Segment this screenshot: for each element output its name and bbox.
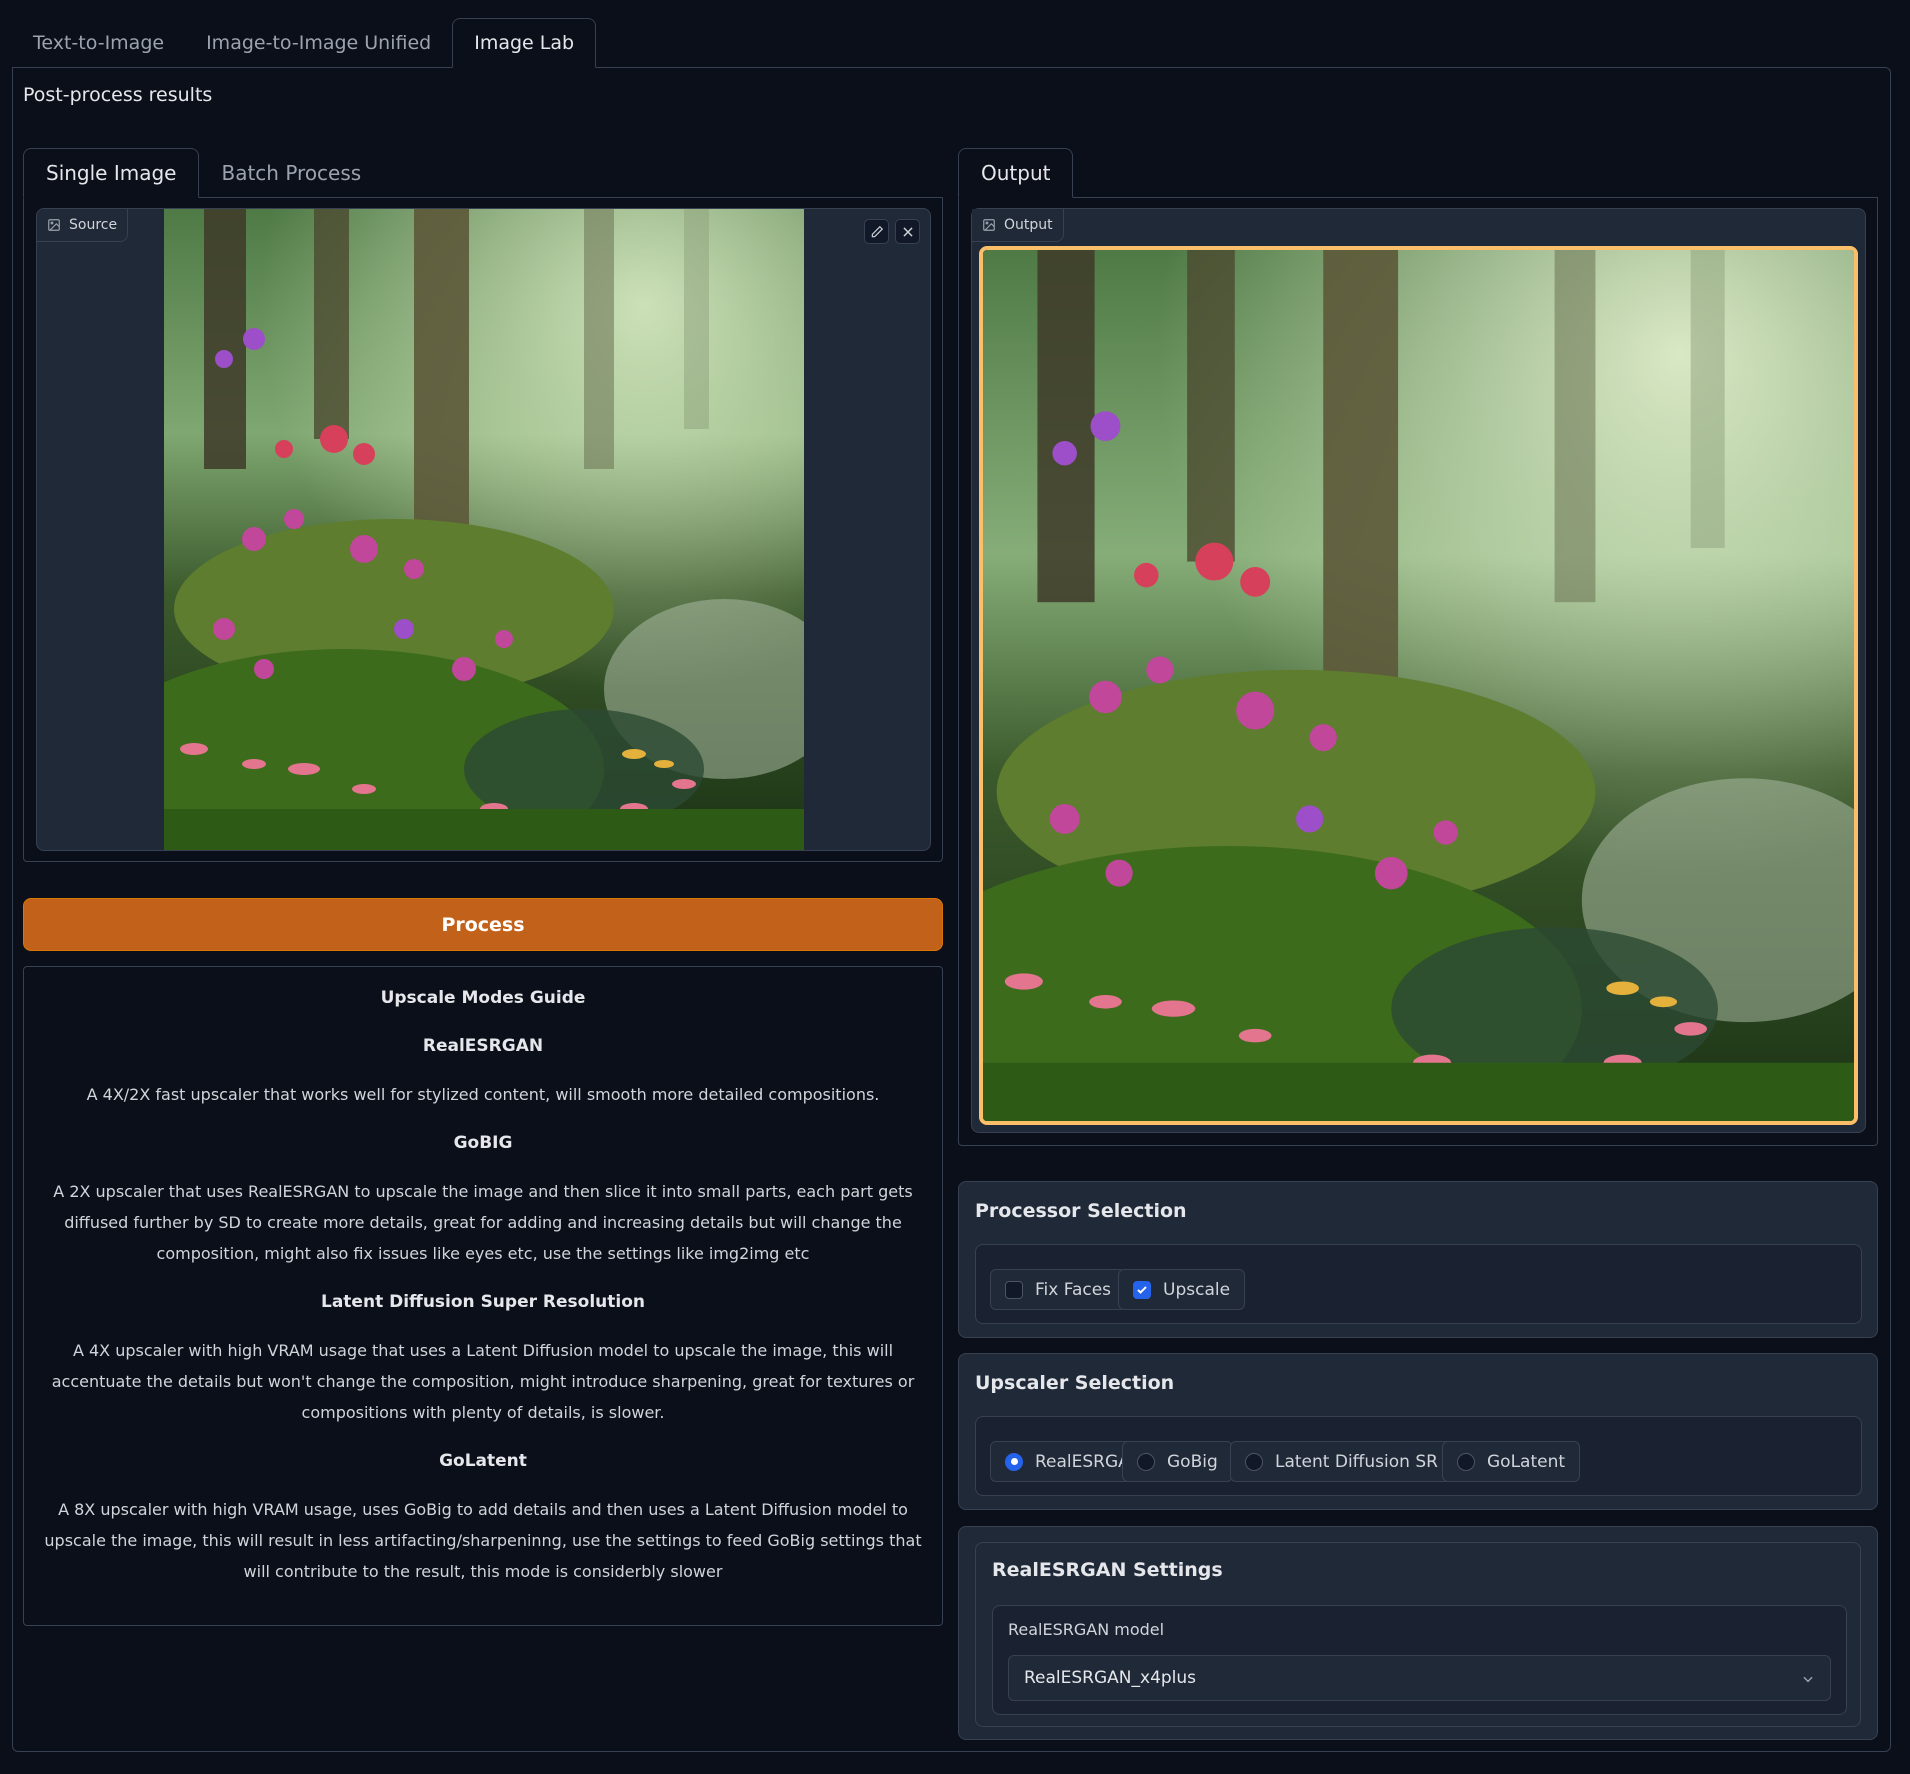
radio-indicator: [1245, 1452, 1263, 1471]
image-icon: [48, 219, 60, 231]
post-process-title: Post-process results: [23, 84, 213, 106]
guide-title: Upscale Modes Guide: [380, 988, 586, 1008]
realesrgan-model-field: RealESRGAN model RealESRGAN_x4plus: [992, 1605, 1847, 1715]
checkbox-box: [1005, 1280, 1023, 1299]
upscale-label: Upscale: [1163, 1279, 1231, 1300]
realesrgan-model-select[interactable]: RealESRGAN_x4plus: [1008, 1655, 1831, 1701]
source-image: [164, 209, 804, 850]
source-image-box[interactable]: Source: [36, 208, 931, 851]
processor-options: Fix Faces Upscale: [975, 1244, 1862, 1324]
fix-faces-checkbox[interactable]: Fix Faces: [990, 1269, 1127, 1310]
realesrgan-settings-title: RealESRGAN Settings: [992, 1559, 1223, 1581]
radio-gobig-label: GoBig: [1167, 1451, 1218, 1472]
processor-selection-title: Processor Selection: [975, 1200, 1187, 1222]
guide-realesrgan-title: RealESRGAN: [422, 1036, 544, 1056]
guide-golatent-title: GoLatent: [439, 1451, 527, 1471]
image-edit-controls: [864, 219, 920, 244]
chevron-down-icon: [1803, 1676, 1813, 1683]
guide-golatent-text: A 8X upscaler with high VRAM usage, uses…: [44, 1500, 922, 1581]
guide-ldsr-text: A 4X upscaler with high VRAM usage that …: [51, 1341, 915, 1422]
tab-text-to-image[interactable]: Text-to-Image: [12, 18, 185, 68]
tab-image-lab[interactable]: Image Lab: [452, 18, 597, 68]
fix-faces-label: Fix Faces: [1035, 1279, 1112, 1300]
radio-golatent-label: GoLatent: [1487, 1451, 1566, 1472]
tab-output[interactable]: Output: [958, 148, 1074, 198]
upscale-modes-guide: Upscale Modes Guide RealESRGAN A 4X/2X f…: [23, 966, 943, 1626]
tab-image-to-image-unified[interactable]: Image-to-Image Unified: [185, 18, 452, 68]
source-label: Source: [37, 209, 129, 242]
upscaler-selection-card: Upscaler Selection RealESRGAN GoBig Late…: [958, 1353, 1878, 1510]
input-tabs: Single Image Batch Process: [23, 148, 383, 198]
realesrgan-model-label: RealESRGAN model: [1008, 1620, 1165, 1639]
top-tabs: Text-to-Image Image-to-Image Unified Ima…: [12, 18, 597, 68]
upscaler-selection-title: Upscaler Selection: [975, 1372, 1175, 1394]
tab-single-image[interactable]: Single Image: [23, 148, 200, 198]
radio-indicator: [1137, 1452, 1155, 1471]
pencil-icon: [871, 225, 883, 237]
radio-latent-diffusion-sr[interactable]: Latent Diffusion SR: [1230, 1441, 1453, 1482]
processor-selection-card: Processor Selection Fix Faces Upscale: [958, 1181, 1878, 1338]
output-label: Output: [972, 209, 1064, 242]
radio-latent-diffusion-sr-label: Latent Diffusion SR: [1275, 1451, 1438, 1472]
guide-gobig-title: GoBIG: [453, 1133, 513, 1153]
tab-batch-process[interactable]: Batch Process: [199, 148, 383, 198]
close-icon: [902, 226, 913, 237]
realesrgan-settings-card: RealESRGAN Settings RealESRGAN model Rea…: [958, 1526, 1878, 1740]
clear-image-button[interactable]: [895, 219, 920, 244]
guide-ldsr-title: Latent Diffusion Super Resolution: [321, 1292, 645, 1312]
radio-indicator: [1457, 1452, 1475, 1471]
upscale-checkbox[interactable]: Upscale: [1118, 1269, 1246, 1310]
output-image[interactable]: [979, 246, 1858, 1125]
radio-golatent[interactable]: GoLatent: [1442, 1441, 1581, 1482]
guide-realesrgan-text: A 4X/2X fast upscaler that works well fo…: [86, 1085, 880, 1104]
process-button[interactable]: Process: [23, 898, 943, 951]
image-icon: [983, 219, 995, 231]
radio-gobig[interactable]: GoBig: [1122, 1441, 1233, 1482]
edit-button[interactable]: [864, 219, 889, 244]
guide-gobig-text: A 2X upscaler that uses RealESRGAN to up…: [53, 1182, 913, 1263]
source-label-text: Source: [69, 217, 118, 233]
output-image-box: Output: [971, 208, 1866, 1133]
checkmark-icon: [1133, 1280, 1151, 1299]
output-label-text: Output: [1004, 217, 1053, 233]
radio-indicator: [1005, 1452, 1023, 1471]
upscaler-options: RealESRGAN GoBig Latent Diffusion SR GoL…: [975, 1416, 1862, 1496]
realesrgan-settings-group: RealESRGAN Settings RealESRGAN model Rea…: [975, 1542, 1861, 1727]
realesrgan-model-value: RealESRGAN_x4plus: [1024, 1668, 1197, 1688]
